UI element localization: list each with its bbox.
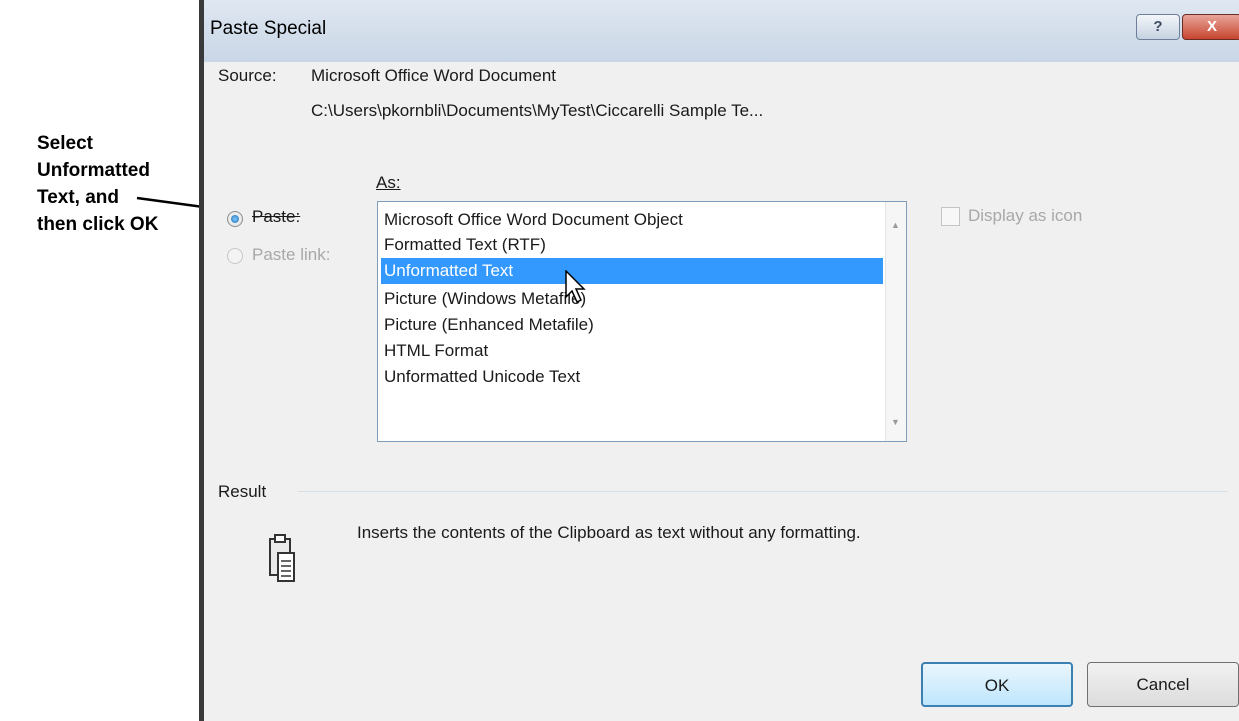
source-path: C:\Users\pkornbli\Documents\MyTest\Cicca… — [311, 101, 764, 120]
paste-as-listbox[interactable]: Microsoft Office Word Document Object Fo… — [377, 201, 907, 442]
display-as-icon-checkbox[interactable] — [941, 207, 960, 226]
ok-button[interactable]: OK — [921, 662, 1073, 707]
cancel-button[interactable]: Cancel — [1087, 662, 1239, 707]
clipboard-icon — [269, 534, 295, 582]
result-divider — [298, 491, 1228, 492]
help-icon[interactable]: ? — [1136, 14, 1180, 40]
paste-link-label[interactable]: Paste link: — [252, 245, 330, 265]
scroll-down-icon[interactable]: ▼ — [891, 417, 900, 427]
list-item[interactable]: Picture (Windows Metafile) — [381, 286, 883, 312]
help-glyph: ? — [1153, 18, 1163, 35]
paste-link-radio[interactable] — [227, 248, 243, 264]
instruction-callout: Select Unformatted Text, and then click … — [37, 130, 187, 238]
dialog-titlebar: Paste Special ? X — [204, 0, 1239, 62]
close-glyph: X — [1206, 18, 1217, 35]
dialog-title: Paste Special — [210, 18, 327, 39]
list-item[interactable]: Unformatted Unicode Text — [381, 364, 883, 390]
callout-line-3: Text, and — [37, 187, 119, 208]
listbox-scrollbar[interactable]: ▲ ▼ — [885, 202, 906, 441]
list-item[interactable]: Microsoft Office Word Document Object — [381, 207, 883, 233]
result-description: Inserts the contents of the Clipboard as… — [357, 523, 861, 542]
paste-label[interactable]: Paste: — [252, 207, 300, 227]
result-label: Result — [218, 482, 267, 501]
list-item-selected[interactable]: Unformatted Text — [381, 258, 883, 284]
list-item[interactable]: HTML Format — [381, 338, 883, 364]
list-item[interactable]: Picture (Enhanced Metafile) — [381, 312, 883, 338]
paste-special-dialog: Paste Special ? X Source: Microsoft Offi… — [199, 0, 1239, 721]
paste-radio[interactable] — [227, 211, 243, 227]
close-icon[interactable]: X — [1182, 14, 1239, 40]
list-item[interactable]: Formatted Text (RTF) — [381, 232, 883, 258]
callout-line-4: then click OK — [37, 214, 159, 235]
source-name: Microsoft Office Word Document — [311, 66, 557, 85]
as-label: As: — [376, 173, 401, 192]
mouse-pointer-icon — [565, 270, 586, 304]
source-label: Source: — [218, 66, 277, 85]
display-as-icon-label[interactable]: Display as icon — [968, 206, 1082, 226]
callout-line-2: Unformatted — [37, 160, 150, 181]
scroll-up-icon[interactable]: ▲ — [891, 220, 900, 230]
callout-line-1: Select — [37, 133, 93, 154]
